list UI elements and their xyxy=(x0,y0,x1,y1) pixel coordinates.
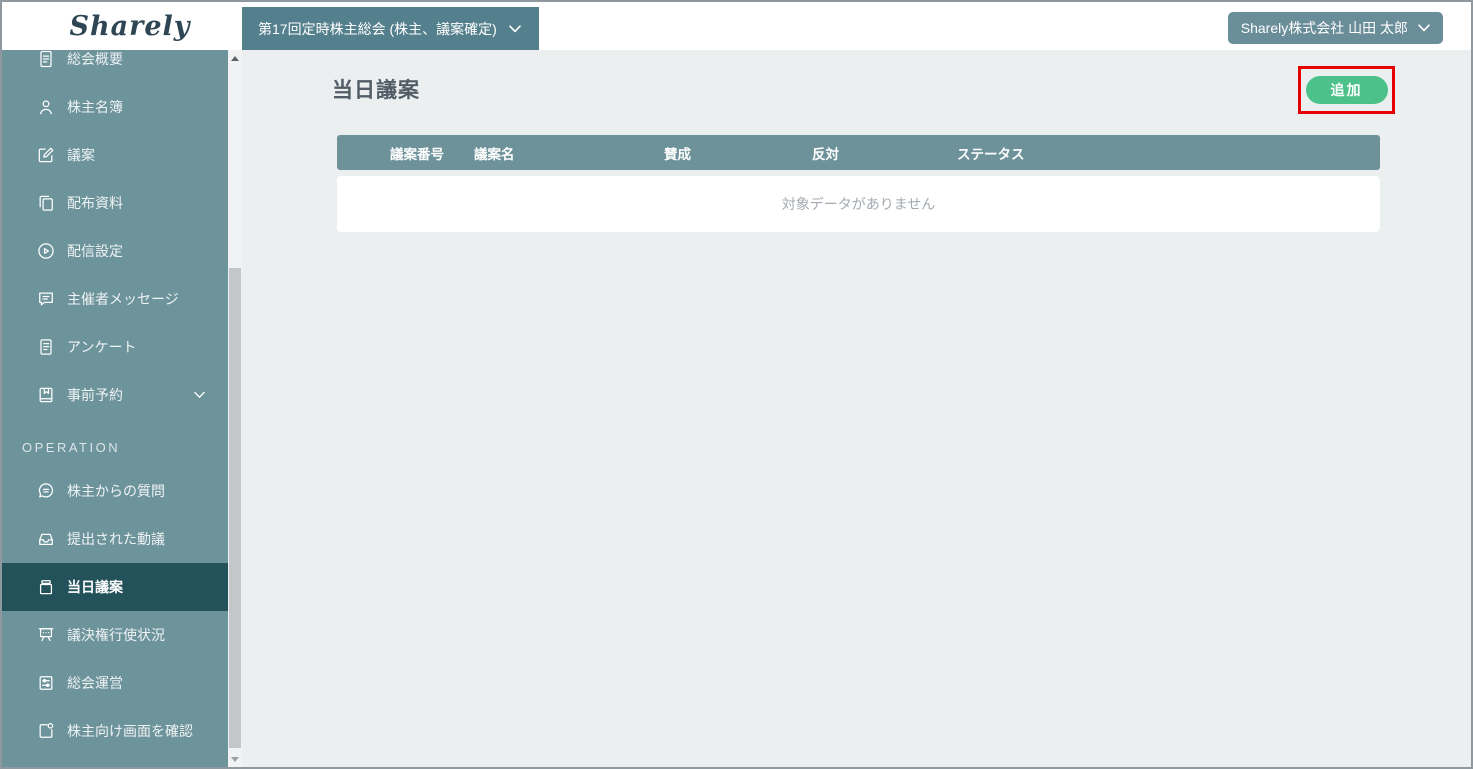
main-content: 当日議案 追加 議案番号 議案名 賛成 反対 ステータス 対象データがありません xyxy=(242,50,1471,767)
play-circle-icon xyxy=(36,241,56,261)
sidebar-item-label: 株主からの質問 xyxy=(67,483,165,499)
sidebar-item-label: 当日議案 xyxy=(67,579,123,595)
bookmark-icon xyxy=(36,385,56,405)
sidebar-item-label: 総会運営 xyxy=(67,675,123,691)
scroll-down-button[interactable] xyxy=(228,751,242,767)
user-icon xyxy=(36,97,56,117)
sidebar-item-meeting-overview[interactable]: 総会概要 xyxy=(2,50,228,83)
sidebar-item-shareholder-register[interactable]: 株主名簿 xyxy=(2,83,228,131)
sidebar-item-proposals[interactable]: 議案 xyxy=(2,131,228,179)
inbox-icon xyxy=(36,529,56,549)
proposals-table: 議案番号 議案名 賛成 反対 ステータス 対象データがありません xyxy=(337,135,1380,232)
add-button[interactable]: 追加 xyxy=(1305,76,1388,104)
page-title: 当日議案 xyxy=(332,79,420,102)
empty-message: 対象データがありません xyxy=(781,196,936,212)
external-screen-icon xyxy=(36,721,56,741)
sidebar-nav: 総会概要 株主名簿 議案 配布資料 配信設定 主催者メッセージ アンケート 事前… xyxy=(2,50,228,767)
sharely-logo[interactable]: Sharely xyxy=(60,8,200,44)
sidebar-item-label: 議決権行使状況 xyxy=(67,627,165,643)
question-bubble-icon xyxy=(36,481,56,501)
presentation-icon xyxy=(36,625,56,645)
chevron-down-icon xyxy=(194,391,206,399)
chevron-down-icon xyxy=(508,24,521,33)
sidebar-item-shareholder-questions[interactable]: 株主からの質問 xyxy=(2,467,228,515)
sidebar-item-label: 配布資料 xyxy=(67,195,123,211)
file-text-icon xyxy=(36,50,56,69)
table-empty-row: 対象データがありません xyxy=(337,176,1380,232)
sidebar-section-operation: OPERATION xyxy=(22,439,121,455)
sidebar-scrollbar[interactable] xyxy=(228,50,242,767)
sidebar-item-label: 株主向け画面を確認 xyxy=(67,723,193,739)
sidebar-item-voting-rights-status[interactable]: 議決権行使状況 xyxy=(2,611,228,659)
column-header-against: 反対 xyxy=(812,146,839,162)
sidebar-item-distribution-materials[interactable]: 配布資料 xyxy=(2,179,228,227)
sidebar-item-advance-reservation[interactable]: 事前予約 xyxy=(2,371,228,419)
user-account-menu[interactable]: Sharely株式会社 山田 太郎 xyxy=(1227,12,1443,44)
chevron-down-icon xyxy=(1418,24,1430,32)
column-header-status: ステータス xyxy=(957,146,1025,162)
meeting-selector-label: 第17回定時株主総会 (株主、議案確定) xyxy=(258,20,497,37)
sidebar-item-label: 提出された動議 xyxy=(67,531,165,547)
sidebar-item-submitted-motions[interactable]: 提出された動議 xyxy=(2,515,228,563)
red-annotation-box: 追加 xyxy=(1298,66,1395,114)
edit-icon xyxy=(36,145,56,165)
sidebar-item-survey[interactable]: アンケート xyxy=(2,323,228,371)
top-bar: Sharely 第17回定時株主総会 (株主、議案確定) Sharely株式会社… xyxy=(2,2,1471,50)
sidebar-item-day-of-proposals[interactable]: 当日議案 xyxy=(2,563,228,611)
sidebar-item-shareholder-view-check[interactable]: 株主向け画面を確認 xyxy=(2,707,228,755)
sidebar-item-label: 配信設定 xyxy=(67,243,123,259)
sidebar-item-meeting-operation[interactable]: 総会運営 xyxy=(2,659,228,707)
sidebar-item-label: 株主名簿 xyxy=(67,99,123,115)
app-window: Sharely 第17回定時株主総会 (株主、議案確定) Sharely株式会社… xyxy=(0,0,1473,769)
column-header-proposal-name: 議案名 xyxy=(474,146,515,162)
column-header-proposal-number: 議案番号 xyxy=(390,146,444,162)
survey-icon xyxy=(36,337,56,357)
table-header-row: 議案番号 議案名 賛成 反対 ステータス xyxy=(337,135,1380,170)
meeting-selector-dropdown[interactable]: 第17回定時株主総会 (株主、議案確定) xyxy=(242,7,539,50)
column-header-for: 賛成 xyxy=(664,146,691,162)
sidebar-item-organizer-message[interactable]: 主催者メッセージ xyxy=(2,275,228,323)
archive-icon xyxy=(36,577,56,597)
scrollbar-thumb[interactable] xyxy=(229,268,241,748)
sliders-icon xyxy=(36,673,56,693)
user-account-label: Sharely株式会社 山田 太郎 xyxy=(1240,20,1408,36)
copy-icon xyxy=(36,193,56,213)
sidebar-item-label: アンケート xyxy=(67,339,137,355)
sidebar-item-label: 総会概要 xyxy=(67,51,123,67)
scroll-up-button[interactable] xyxy=(228,50,242,66)
sidebar-item-label: 議案 xyxy=(67,147,95,163)
sidebar-item-streaming-settings[interactable]: 配信設定 xyxy=(2,227,228,275)
sidebar-item-label: 主催者メッセージ xyxy=(67,291,179,307)
message-square-icon xyxy=(36,289,56,309)
sidebar-item-label: 事前予約 xyxy=(67,387,123,403)
